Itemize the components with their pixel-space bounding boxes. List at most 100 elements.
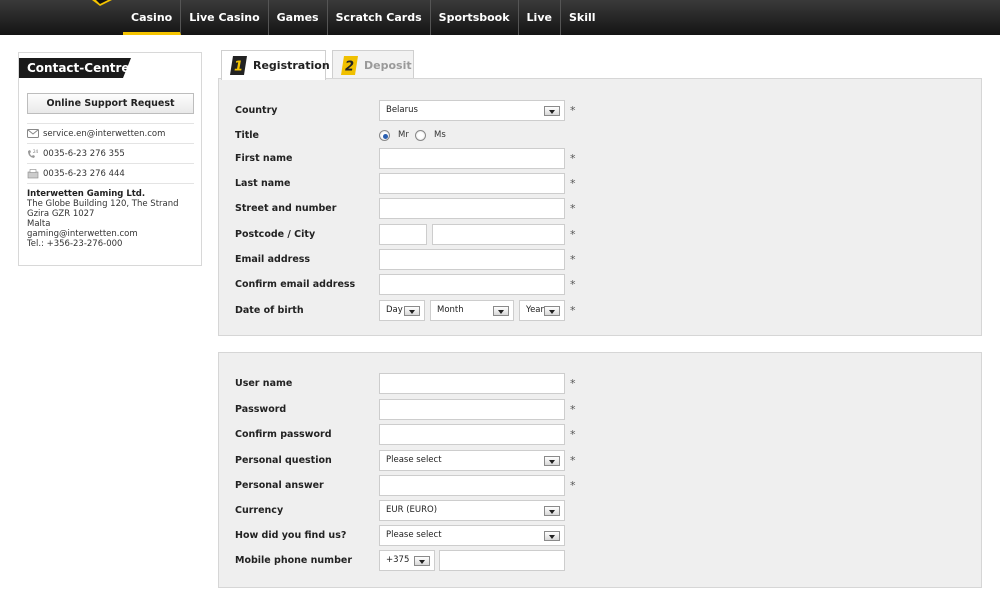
company-name: Interwetten Gaming Ltd. [27, 189, 146, 199]
nav-item-games[interactable]: Games [269, 0, 328, 35]
confirm-email-row: Confirm email address * [235, 274, 975, 296]
last-name-label: Last name [235, 178, 291, 189]
street-input[interactable] [379, 198, 565, 219]
dob-year-select[interactable]: Year [519, 300, 565, 321]
title-mr-radio[interactable] [379, 130, 390, 141]
chevron-down-icon [493, 306, 509, 316]
dob-day-select[interactable]: Day [379, 300, 425, 321]
address-line: Malta [27, 219, 51, 229]
currency-select[interactable]: EUR (EURO) [379, 500, 565, 521]
required-marker: * [570, 304, 576, 317]
company-address: Interwetten Gaming Ltd. The Globe Buildi… [27, 189, 179, 249]
email-row: Email address * [235, 249, 975, 271]
chevron-down-icon [414, 556, 430, 566]
postcode-city-row: Postcode / City * [235, 224, 975, 246]
first-name-input[interactable] [379, 148, 565, 169]
confirm-password-input[interactable] [379, 424, 565, 445]
mobile-number-input[interactable] [439, 550, 565, 571]
required-marker: * [570, 403, 576, 416]
title-label: Title [235, 130, 259, 141]
contact-centre-heading: Contact-Centre [19, 58, 131, 78]
personal-question-row: Personal question Please select * [235, 450, 975, 472]
title-ms-radio[interactable] [415, 130, 426, 141]
currency-row: Currency EUR (EURO) [235, 500, 975, 522]
mobile-phone-row: Mobile phone number +375 [235, 550, 975, 572]
country-row: Country Belarus * [235, 100, 975, 122]
contact-phone-row: 24 0035-6-23 276 355 [27, 143, 194, 163]
required-marker: * [570, 428, 576, 441]
nav-item-scratch-cards[interactable]: Scratch Cards [328, 0, 431, 35]
mobile-phone-label: Mobile phone number [235, 555, 353, 566]
tab-deposit[interactable]: 2 Deposit [332, 50, 414, 79]
how-found-label: How did you find us? [235, 530, 347, 541]
tab-registration[interactable]: 1 Registration [221, 50, 330, 80]
dob-day-value: Day [386, 305, 403, 315]
required-marker: * [570, 278, 576, 291]
main-menu: Casino Live Casino Games Scratch Cards S… [123, 0, 604, 35]
confirm-email-input[interactable] [379, 274, 565, 295]
nav-item-live[interactable]: Live [519, 0, 561, 35]
mobile-prefix-value: +375 [386, 555, 410, 565]
country-select[interactable]: Belarus [379, 100, 565, 121]
personal-question-value: Please select [386, 455, 442, 465]
nav-item-sportsbook[interactable]: Sportsbook [431, 0, 519, 35]
required-marker: * [570, 377, 576, 390]
nav-item-casino[interactable]: Casino [123, 0, 182, 35]
required-marker: * [570, 479, 576, 492]
tab-deposit-label: Deposit [364, 58, 412, 72]
how-found-select[interactable]: Please select [379, 525, 565, 546]
last-name-input[interactable] [379, 173, 565, 194]
online-support-request-button[interactable]: Online Support Request [27, 93, 194, 114]
address-email[interactable]: gaming@interwetten.com [27, 229, 179, 239]
title-mr-label: Mr [398, 130, 409, 140]
address-line: Gzira GZR 1027 [27, 209, 95, 219]
chevron-down-icon [544, 456, 560, 466]
contact-email[interactable]: service.en@interwetten.com [43, 129, 165, 139]
contact-fax: 0035-6-23 276 444 [43, 168, 125, 179]
nav-item-live-casino[interactable]: Live Casino [181, 0, 269, 35]
mobile-prefix-select[interactable]: +375 [379, 550, 435, 571]
last-name-row: Last name * [235, 173, 975, 195]
personal-answer-input[interactable] [379, 475, 565, 496]
date-of-birth-label: Date of birth [235, 305, 304, 316]
mail-icon [27, 128, 39, 139]
contact-phone: 0035-6-23 276 355 [43, 148, 125, 159]
first-name-label: First name [235, 153, 293, 164]
tab-registration-label: Registration [253, 59, 330, 72]
account-details-panel: User name * Password * Confirm password … [218, 352, 982, 588]
personal-answer-row: Personal answer * [235, 475, 975, 497]
dob-month-select[interactable]: Month [430, 300, 514, 321]
step-2-badge: 2 [341, 55, 358, 75]
required-marker: * [570, 454, 576, 467]
email-input[interactable] [379, 249, 565, 270]
username-label: User name [235, 378, 293, 389]
contact-centre-box: Contact-Centre Online Support Request se… [18, 52, 202, 266]
svg-text:1: 1 [234, 60, 243, 75]
password-input[interactable] [379, 399, 565, 420]
password-label: Password [235, 404, 287, 415]
country-value: Belarus [386, 105, 418, 115]
personal-question-select[interactable]: Please select [379, 450, 565, 471]
address-phone: Tel.: +356-23-276-000 [27, 239, 123, 249]
contact-email-row: service.en@interwetten.com [27, 123, 194, 143]
confirm-password-row: Confirm password * [235, 424, 975, 446]
nav-item-skill[interactable]: Skill [561, 0, 604, 35]
email-label: Email address [235, 254, 311, 265]
title-row: Title Mr Ms [235, 125, 975, 147]
country-label: Country [235, 105, 278, 116]
chevron-down-icon [404, 306, 420, 316]
street-row: Street and number * [235, 198, 975, 220]
city-input[interactable] [432, 224, 565, 245]
personal-answer-label: Personal answer [235, 480, 324, 491]
chevron-down-icon [544, 506, 560, 516]
personal-question-label: Personal question [235, 455, 332, 466]
chevron-down-icon [544, 531, 560, 541]
currency-value: EUR (EURO) [386, 505, 438, 515]
confirm-password-label: Confirm password [235, 429, 332, 440]
logo-corner [92, 0, 112, 6]
username-row: User name * [235, 373, 975, 395]
fax-icon [27, 168, 39, 179]
contact-centre-title: Contact-Centre [27, 61, 130, 75]
username-input[interactable] [379, 373, 565, 394]
postcode-input[interactable] [379, 224, 427, 245]
